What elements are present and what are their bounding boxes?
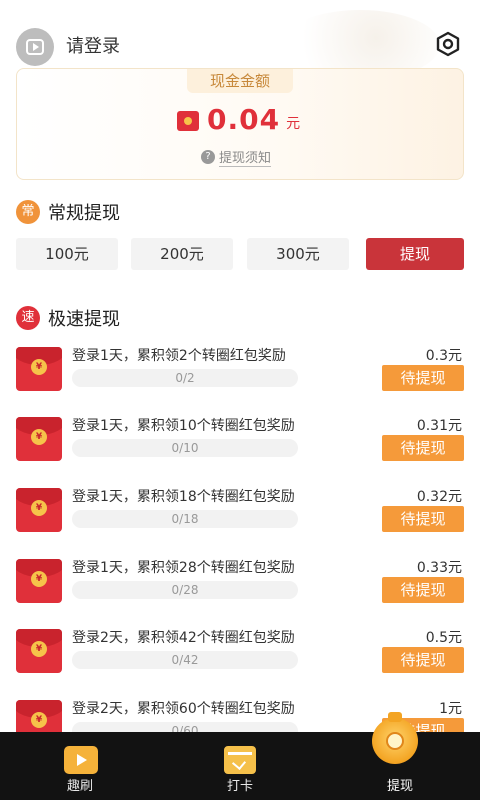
task-withdraw-button[interactable]: 待提现 <box>382 647 464 673</box>
task-title: 登录2天，累积领60个转圈红包奖励 <box>72 701 295 717</box>
regular-withdraw-title: 常 常规提现 <box>16 199 120 225</box>
regular-badge-icon: 常 <box>16 200 40 224</box>
video-play-icon <box>26 39 44 55</box>
task-item: ¥ 登录1天，累积领18个转圈红包奖励 0/18 0.32元 待提现 <box>16 486 464 538</box>
task-reward: 0.3元 <box>425 348 462 364</box>
withdraw-button[interactable]: 提现 <box>366 238 464 270</box>
question-icon: ? <box>201 150 215 164</box>
hexagon-settings-icon[interactable] <box>434 30 462 58</box>
task-title: 登录1天，累积领10个转圈红包奖励 <box>72 418 295 434</box>
calendar-check-icon <box>224 746 256 774</box>
task-withdraw-button[interactable]: 待提现 <box>382 365 464 391</box>
task-item: ¥ 登录1天，累积领10个转圈红包奖励 0/10 0.31元 待提现 <box>16 415 464 467</box>
amount-option-200[interactable]: 200元 <box>131 238 233 270</box>
task-title: 登录1天，累积领18个转圈红包奖励 <box>72 489 295 505</box>
task-reward: 0.5元 <box>425 630 462 646</box>
red-envelope-icon: ¥ <box>16 417 62 461</box>
task-title: 登录2天，累积领42个转圈红包奖励 <box>72 630 295 646</box>
task-withdraw-button[interactable]: 待提现 <box>382 577 464 603</box>
red-envelope-icon: ¥ <box>16 488 62 532</box>
balance-amount: 0.04 <box>207 103 281 136</box>
withdraw-notice-label: 提现须知 <box>219 147 272 167</box>
nav-label-qushua: 趣刷 <box>66 779 93 794</box>
task-item: ¥ 登录2天，累积领42个转圈红包奖励 0/42 0.5元 待提现 <box>16 627 464 679</box>
task-item: ¥ 登录1天，累积领28个转圈红包奖励 0/28 0.33元 待提现 <box>16 557 464 609</box>
task-progress: 0/2 <box>72 369 298 387</box>
amount-option-100[interactable]: 100元 <box>16 238 118 270</box>
task-progress: 0/42 <box>72 651 298 669</box>
login-link[interactable]: 请登录 <box>66 32 120 58</box>
nav-label-tixian: 提现 <box>386 779 413 794</box>
nav-item-daka[interactable]: 打卡 <box>180 732 300 800</box>
red-envelope-icon: ¥ <box>16 347 62 391</box>
regular-title-text: 常规提现 <box>48 203 120 224</box>
fast-title-text: 极速提现 <box>48 309 120 330</box>
task-progress: 0/18 <box>72 510 298 528</box>
balance-unit: 元 <box>286 116 301 132</box>
task-title: 登录1天，累积领28个转圈红包奖励 <box>72 560 295 576</box>
task-item: ¥ 登录1天，累积领2个转圈红包奖励 0/2 0.3元 待提现 <box>16 345 464 397</box>
amount-option-300[interactable]: 300元 <box>247 238 349 270</box>
task-reward: 0.32元 <box>416 489 462 505</box>
balance-card: 现金金额 0.04 元 ? 提现须知 <box>16 68 464 180</box>
red-envelope-icon: ¥ <box>16 559 62 603</box>
withdraw-notice-link[interactable]: ? 提现须知 <box>201 147 272 167</box>
task-reward: 0.31元 <box>416 418 462 434</box>
task-reward: 0.33元 <box>416 560 462 576</box>
task-progress: 0/28 <box>72 581 298 599</box>
money-bag-icon[interactable] <box>372 712 418 764</box>
fast-withdraw-title: 速 极速提现 <box>16 305 120 331</box>
avatar[interactable] <box>16 28 54 66</box>
task-withdraw-button[interactable]: 待提现 <box>382 435 464 461</box>
nav-item-qushua[interactable]: 趣刷 <box>20 732 140 800</box>
task-withdraw-button[interactable]: 待提现 <box>382 506 464 532</box>
red-envelope-icon <box>177 111 199 131</box>
balance-tag: 现金金额 <box>187 69 293 93</box>
nav-label-daka: 打卡 <box>226 779 253 794</box>
balance-row: 0.04 元 <box>177 103 300 137</box>
tv-play-icon <box>64 746 98 774</box>
task-reward: 1元 <box>439 701 462 717</box>
fast-badge-icon: 速 <box>16 306 40 330</box>
task-progress: 0/10 <box>72 439 298 457</box>
red-envelope-icon: ¥ <box>16 629 62 673</box>
task-title: 登录1天，累积领2个转圈红包奖励 <box>72 348 286 364</box>
